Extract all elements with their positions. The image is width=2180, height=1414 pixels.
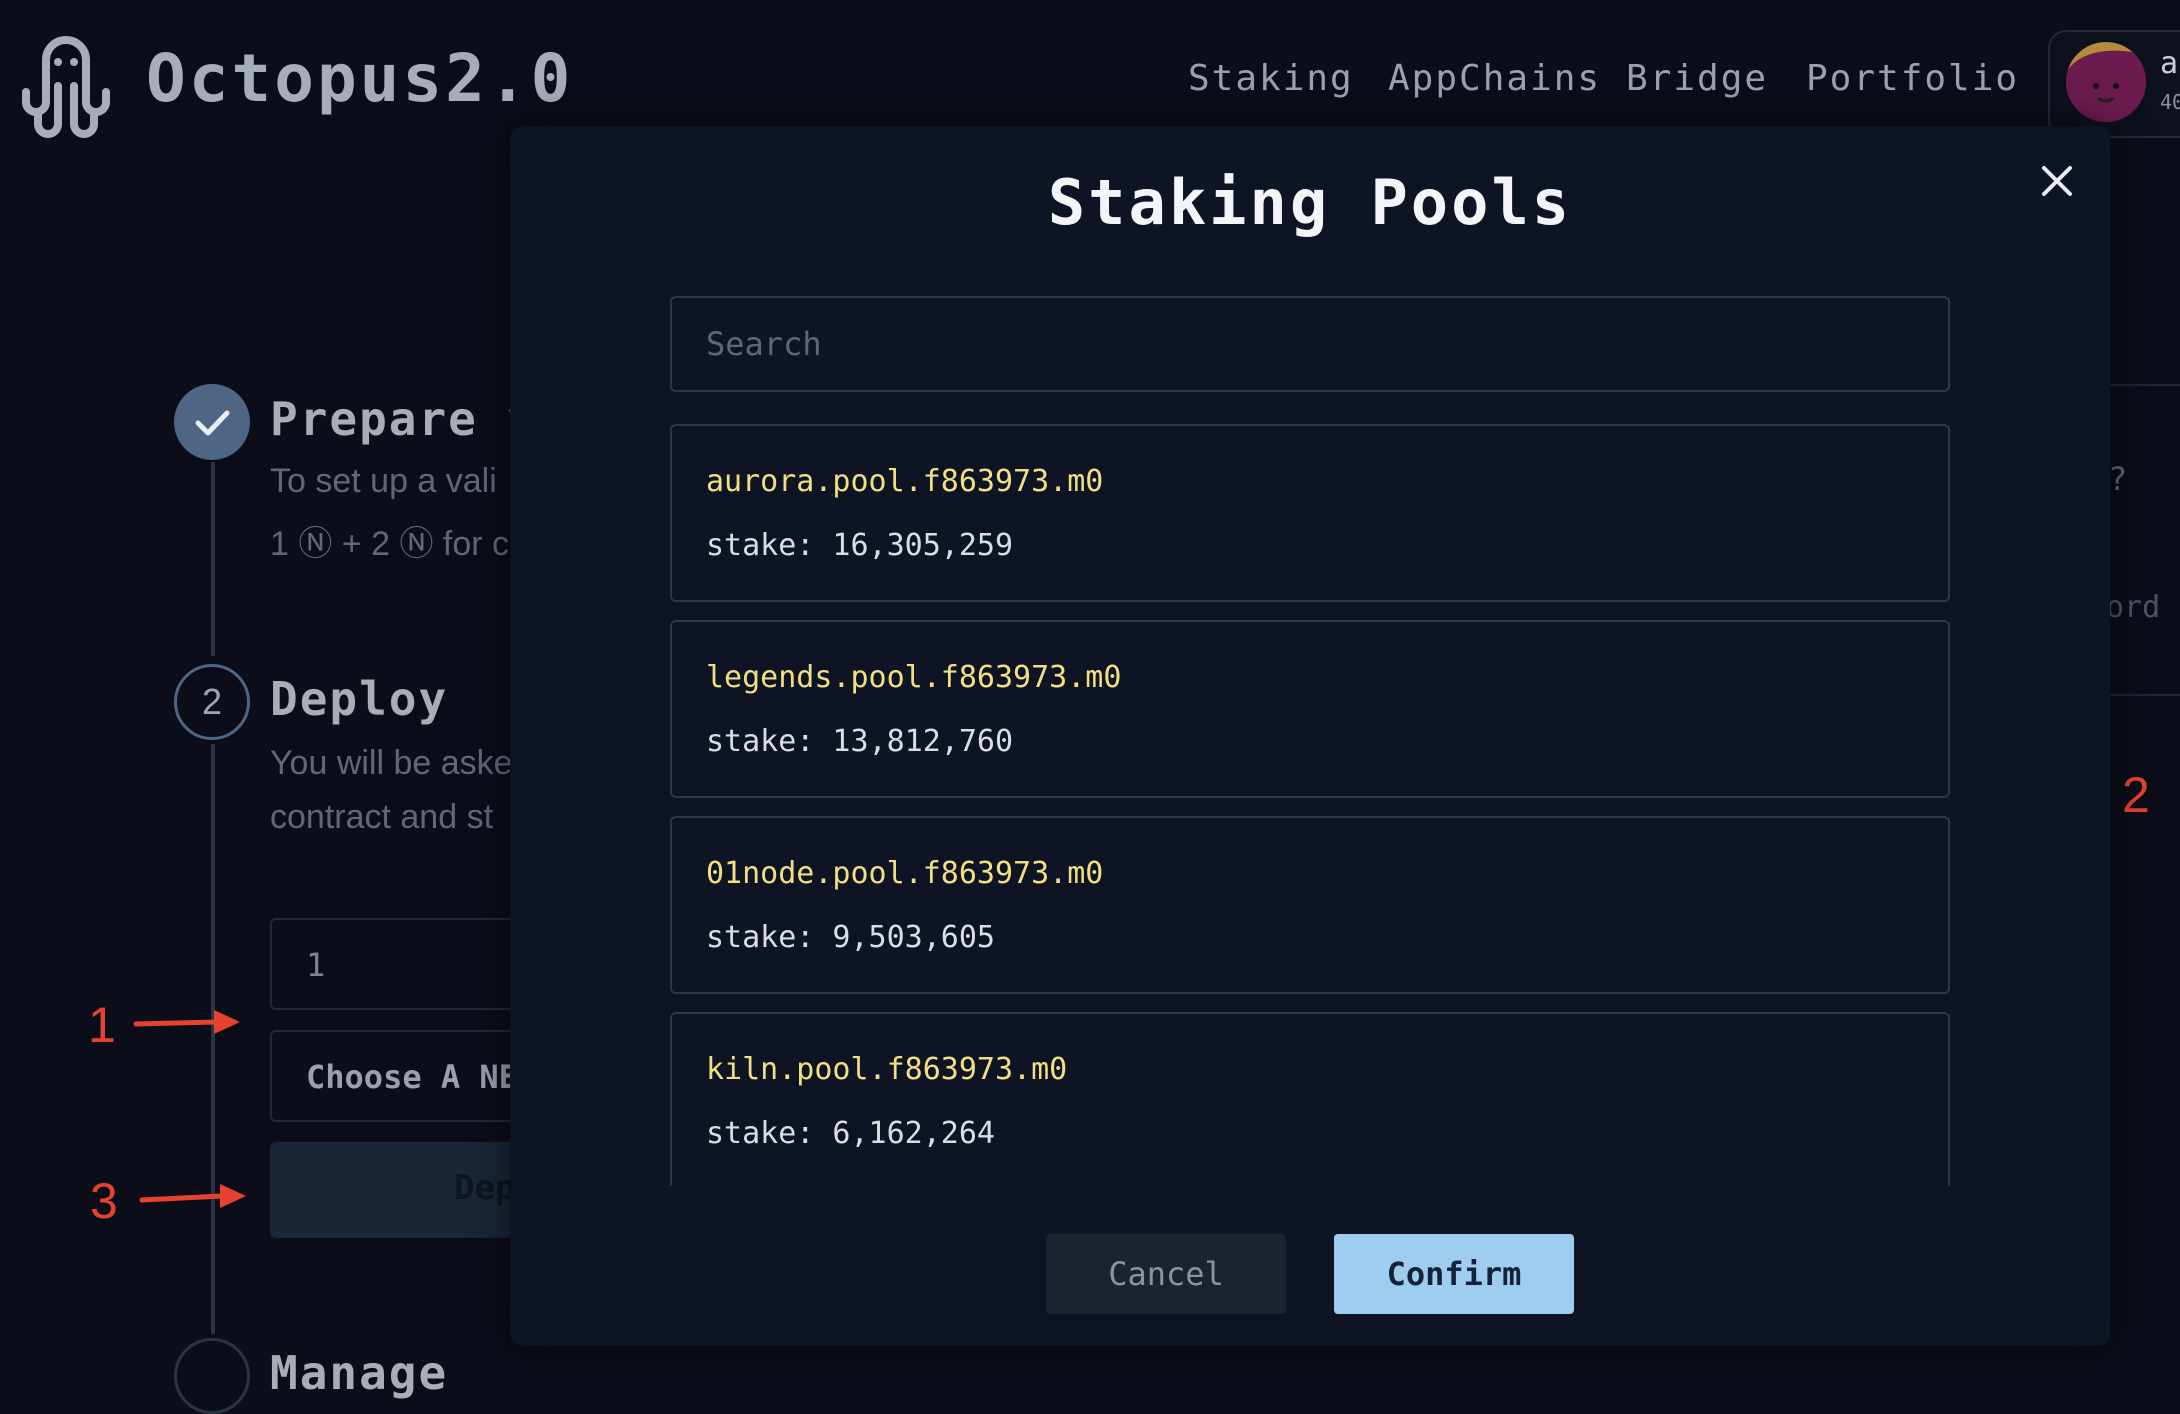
search-input[interactable] [670,296,1950,392]
pool-name: aurora.pool.f863973.m0 [706,464,1104,499]
brand-name[interactable]: Octopus2.0 [146,40,573,117]
modal-title: Staking Pools [1047,166,1573,239]
step-1-text: 1 Ⓝ + 2 Ⓝ for c [270,525,510,563]
octopus-logo-icon[interactable] [12,30,120,138]
cancel-button[interactable]: Cancel [1046,1234,1286,1314]
divider [2110,694,2180,696]
amount-value: 1 [306,946,326,984]
pool-item[interactable]: 01node.pool.f863973.m0 stake: 9,503,605 [670,816,1950,994]
nav-bridge[interactable]: Bridge [1626,58,1768,99]
step-2-title: Deploy [270,672,449,726]
pool-item[interactable]: legends.pool.f863973.m0 stake: 13,812,76… [670,620,1950,798]
pool-name: kiln.pool.f863973.m0 [706,1052,1068,1087]
background-text-fragment: ord [2106,590,2161,625]
choose-node-label: Choose A NE [306,1058,518,1096]
confirm-button[interactable]: Confirm [1334,1234,1574,1314]
annotation-label-1: 1 [88,997,116,1053]
account-button[interactable]: a 40 [2048,30,2180,138]
deploy-label: Dep [454,1168,516,1208]
nav-appchains[interactable]: AppChains [1388,58,1601,99]
pool-stake: stake: 13,812,760 [706,724,1014,759]
nav-portfolio[interactable]: Portfolio [1806,58,2019,99]
annotation-arrow-right-icon [139,1184,246,1208]
nav-staking[interactable]: Staking [1188,58,1354,99]
account-name: a [2160,46,2179,81]
step-1-text: To set up a vali [270,462,497,500]
divider [2110,384,2180,386]
pool-stake: stake: 9,503,605 [706,920,995,955]
pool-stake: stake: 16,305,259 [706,528,1014,563]
step-connector [211,462,215,656]
check-icon [195,410,230,436]
step-3-title: Manage [270,1346,449,1400]
step-2-indicator: 2 [174,664,250,740]
step-3-indicator [174,1338,250,1414]
pool-stake: stake: 6,162,264 [706,1116,995,1151]
annotation-label-3: 3 [90,1173,118,1229]
staking-pools-modal: Staking Pools aurora.pool.f863973.m0 sta… [510,126,2110,1346]
account-balance: 40 [2160,90,2180,114]
step-2-text: You will be aske [270,744,513,782]
step-1-title: Prepare y [270,392,538,446]
pool-item[interactable]: kiln.pool.f863973.m0 stake: 6,162,264 [670,1012,1950,1186]
step-complete-indicator [174,384,250,460]
step-2-text: contract and st [270,798,494,836]
background-text-fragment: ? [2108,460,2128,498]
pool-name: 01node.pool.f863973.m0 [706,856,1104,891]
pool-list[interactable]: aurora.pool.f863973.m0 stake: 16,305,259… [670,424,1950,1186]
annotation-arrow-right-icon [133,1010,240,1034]
close-icon[interactable] [2032,156,2082,206]
annotation-label-2: 2 [2122,767,2150,823]
pool-name: legends.pool.f863973.m0 [706,660,1122,695]
pool-item[interactable]: aurora.pool.f863973.m0 stake: 16,305,259 [670,424,1950,602]
avatar [2066,42,2146,122]
